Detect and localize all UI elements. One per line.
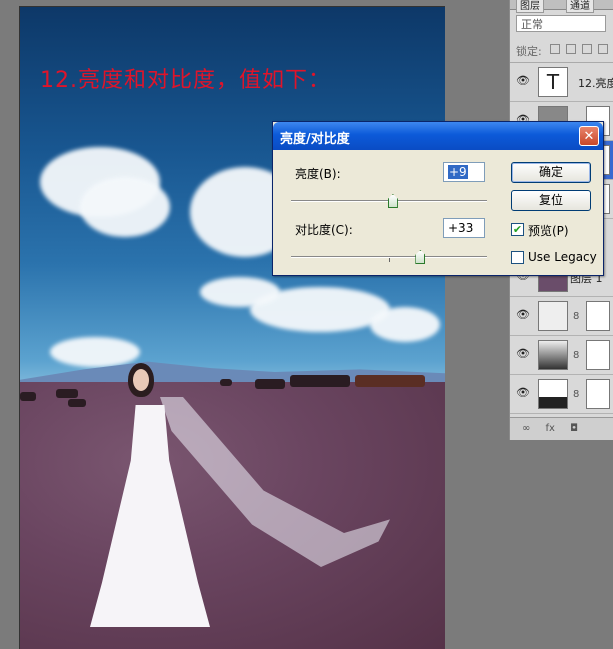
mask-thumb xyxy=(586,379,610,409)
cow xyxy=(355,375,425,387)
dialog-title: 亮度/对比度 xyxy=(280,132,350,147)
reset-button[interactable]: 复位 xyxy=(511,190,591,211)
gradient-map-thumb xyxy=(538,340,568,370)
lock-transparent-icon[interactable] xyxy=(550,44,560,54)
lock-paint-icon[interactable] xyxy=(566,44,576,54)
layer-row[interactable]: 👁 8 xyxy=(510,297,613,336)
cow xyxy=(255,379,285,389)
brightness-contrast-dialog[interactable]: 亮度/对比度 ✕ 亮度(B): +9 对比度(C): +33 确定 复位 ✔ 预… xyxy=(272,121,604,276)
cloud xyxy=(370,307,440,342)
cow xyxy=(290,375,350,387)
contrast-label: 对比度(C): xyxy=(295,223,353,237)
visibility-eye-icon[interactable]: 👁 xyxy=(516,309,530,321)
lock-all-icon[interactable] xyxy=(598,44,608,54)
close-icon[interactable]: ✕ xyxy=(579,126,599,146)
cow xyxy=(220,379,232,386)
brightness-label: 亮度(B): xyxy=(295,167,341,181)
lock-move-icon[interactable] xyxy=(582,44,592,54)
contrast-slider-thumb[interactable] xyxy=(415,250,426,264)
mask-icon[interactable]: ◘ xyxy=(570,423,578,434)
cow xyxy=(20,392,36,401)
contrast-input[interactable]: +33 xyxy=(443,218,485,238)
use-legacy-label: Use Legacy xyxy=(528,250,597,264)
adjustment-thumb xyxy=(538,301,568,331)
grass-field xyxy=(20,382,445,649)
visibility-eye-icon[interactable]: 👁 xyxy=(516,348,530,360)
fx-icon[interactable]: fx xyxy=(546,423,555,434)
preview-checkbox[interactable]: ✔ xyxy=(511,223,524,236)
brightness-value: +9 xyxy=(448,165,468,179)
ok-button[interactable]: 确定 xyxy=(511,162,591,183)
bride-face xyxy=(133,369,149,391)
panel-tabbar: 图层 通道 xyxy=(510,0,613,13)
text-layer-thumb: T xyxy=(538,67,568,97)
cow xyxy=(68,399,86,407)
dialog-titlebar[interactable]: 亮度/对比度 ✕ xyxy=(273,122,603,150)
blend-mode-select[interactable]: 正常 xyxy=(516,15,606,32)
tutorial-caption: 12.亮度和对比度，值如下： xyxy=(40,68,331,93)
cloud xyxy=(200,277,280,307)
panel-footer: ∞ fx ◘ xyxy=(510,417,613,440)
document-canvas[interactable] xyxy=(19,6,445,649)
layer-row[interactable]: 👁 T 12.亮度 xyxy=(510,63,613,102)
cloud xyxy=(80,177,170,237)
visibility-eye-icon[interactable]: 👁 xyxy=(516,387,530,399)
lock-row: 锁定: xyxy=(510,38,613,63)
cow xyxy=(56,389,78,398)
preview-label: 预览(P) xyxy=(528,224,569,238)
cloud xyxy=(50,337,140,367)
levels-thumb xyxy=(538,379,568,409)
use-legacy-checkbox[interactable] xyxy=(511,251,524,264)
visibility-eye-icon[interactable]: 👁 xyxy=(516,75,530,87)
link-chain-icon: 8 xyxy=(573,311,580,322)
lock-label: 锁定: xyxy=(516,45,542,58)
brightness-input[interactable]: +9 xyxy=(443,162,485,182)
mask-thumb xyxy=(586,301,610,331)
layer-row[interactable]: 👁 8 xyxy=(510,375,613,414)
blend-mode-row: 正常 xyxy=(510,10,613,38)
mask-thumb xyxy=(586,340,610,370)
link-chain-icon: 8 xyxy=(573,350,580,361)
link-chain-icon: 8 xyxy=(573,389,580,400)
link-icon[interactable]: ∞ xyxy=(522,423,530,434)
brightness-slider-thumb[interactable] xyxy=(387,194,398,208)
layer-name: 12.亮度 xyxy=(578,77,613,90)
contrast-center-tick xyxy=(389,258,390,262)
layer-row[interactable]: 👁 8 xyxy=(510,336,613,375)
